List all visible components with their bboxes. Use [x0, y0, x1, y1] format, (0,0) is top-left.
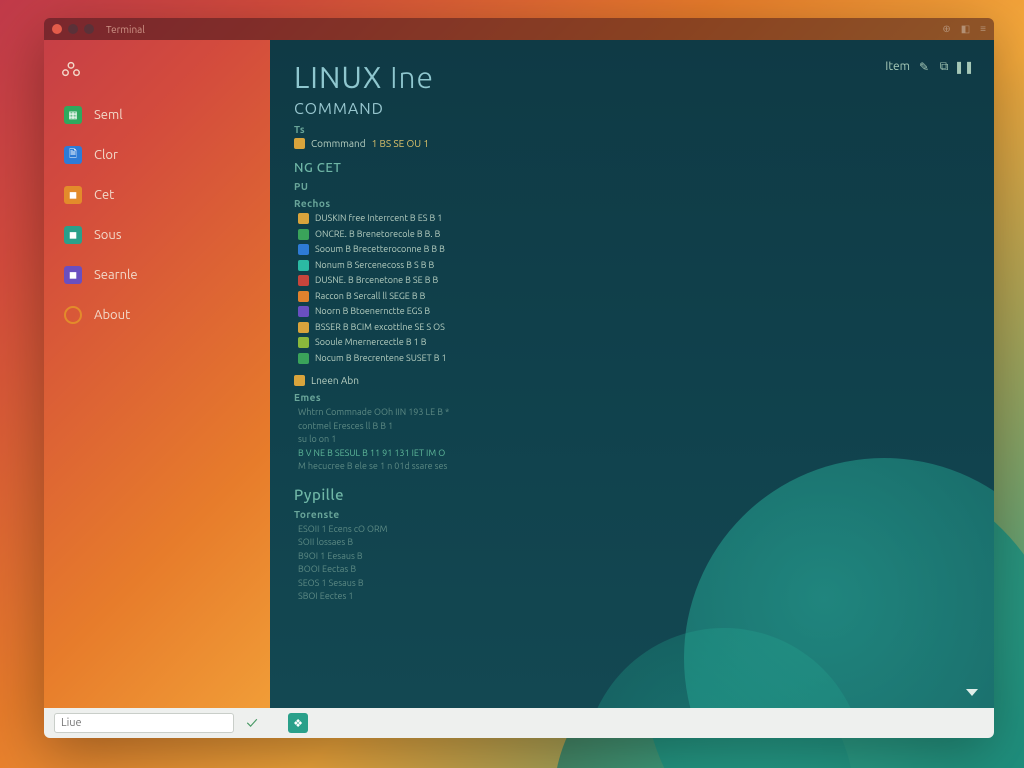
tray-app-button[interactable]: ❖	[288, 713, 308, 733]
sidebar-item-label: Clor	[94, 148, 118, 162]
sidebar-item-label: Searnle	[94, 268, 138, 282]
section-profile: Pypille	[294, 486, 970, 503]
window-maximize-button[interactable]	[84, 24, 94, 34]
list-item: ESOII 1 Ecens cO ORM	[298, 523, 970, 537]
color-swatch-icon	[298, 322, 309, 333]
color-swatch-icon	[298, 353, 309, 364]
square-icon: ◼	[64, 226, 82, 244]
section-cet: NG CET	[294, 161, 970, 175]
list-item: DUSNE. B Brcenetone B SE B B	[298, 274, 970, 288]
color-swatch-icon	[298, 291, 309, 302]
circle-icon	[64, 306, 82, 324]
color-swatch-icon	[298, 306, 309, 317]
sidebar-item-label: Seml	[94, 108, 123, 122]
app-logo-icon	[58, 56, 84, 82]
list-item: SBOI Eectes 1	[298, 590, 970, 604]
square-icon: ◼	[64, 266, 82, 284]
sidebar: ▦ Seml 🗎 Clor ◼ Cet ◼ Sous ◼ Searnle Abo	[44, 40, 270, 708]
list-item: Sooule Mnernercectle B 1 B	[298, 336, 970, 350]
square-icon: ◼	[64, 186, 82, 204]
header-toolbar: Item ✎ ⧉ ❚❚	[885, 60, 970, 73]
learn-badge: Lneen Abn	[294, 375, 970, 386]
page-subtitle: COMMAND	[294, 100, 434, 118]
list-item: Sooum B Brecetteroconne B B B	[298, 243, 970, 257]
color-swatch-icon	[294, 138, 305, 149]
main-pane: LINUX Ine COMMAND Item ✎ ⧉ ❚❚ Ts Commman…	[270, 40, 994, 708]
titlebar-tray: ⊕ ◧ ≡	[942, 23, 986, 35]
bottom-bar: ✓ ❖	[44, 708, 994, 738]
sidebar-item-cet[interactable]: ◼ Cet	[58, 180, 256, 210]
output-block: Whtrn Commnade OOh IIN 193 LE B * contme…	[298, 406, 970, 474]
command-line: Commmand 1 BS SE OU 1	[294, 138, 970, 149]
list-item: Nonum B Sercenecoss B S B B	[298, 259, 970, 273]
check-icon: ✓	[244, 715, 260, 731]
list-item: Raccon B Sercall ll SEGE B B	[298, 290, 970, 304]
list-item: BOOI Eectas B	[298, 563, 970, 577]
process-list: DUSKIN free Interrcent B ES B 1 ONCRE. B…	[298, 212, 970, 365]
document-icon: 🗎	[64, 146, 82, 164]
list-item: Noorn B Btoenernctte EGS B	[298, 305, 970, 319]
toolbar-label: Item	[885, 60, 910, 73]
color-swatch-icon	[294, 375, 305, 386]
list-item: BSSER B BCIM excottlne SE S OS	[298, 321, 970, 335]
search-input[interactable]	[61, 717, 227, 729]
sidebar-item-about[interactable]: About	[58, 300, 256, 330]
profile-list: ESOII 1 Ecens cO ORM SOII lossaes B B9OI…	[298, 523, 970, 604]
subsection-pu: PU	[294, 181, 970, 192]
pause-icon[interactable]: ❚❚	[958, 61, 970, 73]
sidebar-item-label: Sous	[94, 228, 121, 242]
section-ts: Ts	[294, 124, 970, 135]
chevron-down-icon[interactable]	[966, 689, 978, 696]
app-window: Terminal ⊕ ◧ ≡ ▦ Seml 🗎 Clor ◼	[44, 18, 994, 738]
page-title: LINUX Ine	[294, 60, 434, 94]
list-item: SOII lossaes B	[298, 536, 970, 550]
list-item: DUSKIN free Interrcent B ES B 1	[298, 212, 970, 226]
search-box[interactable]	[54, 713, 234, 733]
sidebar-item-seml[interactable]: ▦ Seml	[58, 100, 256, 130]
subsection-emes: Emes	[294, 392, 970, 403]
color-swatch-icon	[298, 275, 309, 286]
color-swatch-icon	[298, 213, 309, 224]
tray-icon[interactable]: ≡	[980, 23, 986, 35]
list-item: SEOS 1 Sesaus B	[298, 577, 970, 591]
sidebar-item-clor[interactable]: 🗎 Clor	[58, 140, 256, 170]
color-swatch-icon	[298, 244, 309, 255]
color-swatch-icon	[298, 260, 309, 271]
list-item: Nocum B Brecrentene SUSET B 1	[298, 352, 970, 366]
titlebar: Terminal ⊕ ◧ ≡	[44, 18, 994, 40]
sidebar-item-searnle[interactable]: ◼ Searnle	[58, 260, 256, 290]
color-swatch-icon	[298, 229, 309, 240]
tray-icon[interactable]: ◧	[961, 23, 970, 35]
sidebar-item-sous[interactable]: ◼ Sous	[58, 220, 256, 250]
tray-icon[interactable]: ⊕	[942, 23, 950, 35]
window-title: Terminal	[106, 24, 145, 35]
sidebar-item-label: Cet	[94, 188, 114, 202]
edit-icon[interactable]: ✎	[918, 61, 930, 73]
subsection-rechos: Rechos	[294, 198, 970, 209]
window-close-button[interactable]	[52, 24, 62, 34]
list-item: B9OI 1 Eesaus B	[298, 550, 970, 564]
grid-icon: ▦	[64, 106, 82, 124]
subsection-torenste: Torenste	[294, 509, 970, 520]
copy-icon[interactable]: ⧉	[938, 61, 950, 73]
color-swatch-icon	[298, 337, 309, 348]
list-item: ONCRE. B Brenetorecole B B. B	[298, 228, 970, 242]
sidebar-item-label: About	[94, 308, 130, 322]
window-minimize-button[interactable]	[68, 24, 78, 34]
